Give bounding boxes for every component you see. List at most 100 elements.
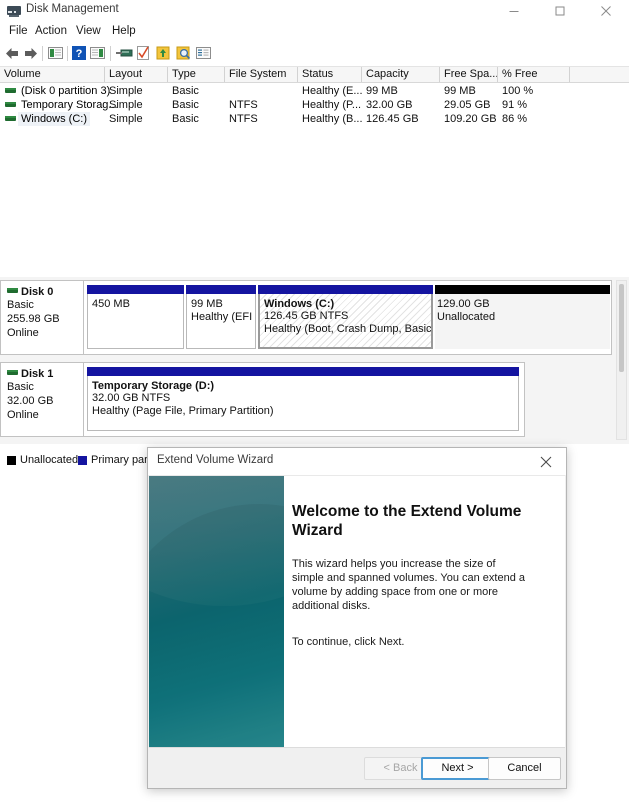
cell-layout: Simple [109, 85, 143, 97]
close-icon[interactable] [583, 0, 629, 22]
cancel-button[interactable]: Cancel [488, 757, 561, 780]
cell-percent-free: 100 % [502, 85, 534, 97]
cell-file-system: NTFS [229, 113, 258, 125]
close-icon[interactable] [526, 448, 566, 475]
column-header-volume[interactable]: Volume [0, 67, 105, 82]
disk-size: 32.00 GB [7, 395, 54, 407]
refresh-check-icon[interactable] [135, 45, 153, 63]
cell-file-system: NTFS [229, 99, 258, 111]
partition-efi[interactable]: 99 MB Healthy (EFI [186, 285, 256, 349]
cell-layout: Simple [109, 99, 143, 111]
search-disk-icon[interactable] [175, 45, 193, 63]
cell-free-space: 29.05 GB [444, 99, 491, 111]
disk-row-disk-1[interactable]: Disk 1 Basic 32.00 GB Online Temporary S… [0, 362, 525, 437]
minimize-icon[interactable] [491, 0, 537, 22]
partition-size: 126.45 GB NTFS [264, 310, 349, 322]
legend-swatch-primary-partition [78, 456, 87, 465]
cell-type: Basic [172, 85, 199, 97]
cell-percent-free: 86 % [502, 113, 528, 125]
disk-size: 255.98 GB [7, 313, 60, 325]
maximize-icon[interactable] [537, 0, 583, 22]
partition-recovery[interactable]: 450 MB [87, 285, 184, 349]
disk-state: Online [7, 327, 39, 339]
partition-temporary-storage-d[interactable]: Temporary Storage (D:) 32.00 GB NTFS Hea… [87, 367, 519, 431]
cell-capacity: 99 MB [366, 85, 398, 97]
wizard-paragraph2: To continue, click Next. [292, 636, 405, 648]
properties-icon[interactable] [115, 45, 133, 63]
column-header-type[interactable]: Type [168, 67, 225, 82]
partition-title: Temporary Storage (D:) [92, 380, 215, 392]
up-level-icon[interactable] [47, 45, 65, 63]
menu-action[interactable]: Action [32, 24, 70, 38]
cell-capacity: 126.45 GB [366, 113, 419, 125]
partition-status: Unallocated [437, 311, 496, 323]
title-bar: Disk Management [0, 0, 629, 22]
cell-free-space: 99 MB [444, 85, 476, 97]
disk-management-window: Disk Management File Action View Help ? … [0, 0, 629, 803]
graphical-view-scrollbar[interactable] [616, 280, 627, 440]
cell-layout: Simple [109, 113, 143, 125]
volume-icon [5, 116, 16, 121]
wizard-heading: Welcome to the Extend Volume Wizard [292, 503, 522, 539]
cell-type: Basic [172, 99, 199, 111]
partition-status: Healthy (Boot, Crash Dump, Basic Dat [264, 323, 433, 335]
column-header-percent-free[interactable]: % Free [498, 67, 570, 82]
partition-size: 32.00 GB NTFS [92, 392, 171, 404]
dialog-body: Welcome to the Extend Volume Wizard This… [149, 475, 565, 750]
partition-status: Healthy (Page File, Primary Partition) [92, 405, 274, 417]
cell-status: Healthy (P... [302, 99, 362, 111]
table-row[interactable]: Windows (C:) Simple Basic NTFS Healthy (… [0, 112, 629, 126]
forward-arrow-icon[interactable] [23, 47, 38, 60]
dialog-content: Welcome to the Extend Volume Wizard This… [292, 476, 565, 750]
partition-unallocated[interactable]: 129.00 GB Unallocated [435, 285, 610, 349]
partition-strip-disk-0: 450 MB 99 MB Healthy (EFI Windows (C:) 1… [84, 281, 611, 354]
partition-strip-disk-1: Temporary Storage (D:) 32.00 GB NTFS Hea… [84, 363, 524, 436]
cell-file-system [225, 84, 298, 98]
partition-windows-c[interactable]: Windows (C:) 126.45 GB NTFS Healthy (Boo… [258, 285, 433, 349]
cell-volume: (Disk 0 partition 3) [21, 85, 111, 97]
cell-status: Healthy (B... [302, 113, 362, 125]
column-header-free-space[interactable]: Free Spa... [440, 67, 498, 82]
disk-management-icon [7, 4, 21, 17]
rescan-disks-icon[interactable] [155, 45, 173, 63]
help-icon[interactable]: ? [71, 45, 89, 63]
partition-status: Healthy (EFI [191, 311, 253, 323]
column-header-capacity[interactable]: Capacity [362, 67, 440, 82]
column-header-blank[interactable] [570, 67, 629, 82]
disk-icon [7, 288, 18, 293]
table-row[interactable]: Temporary Storag... Simple Basic NTFS He… [0, 98, 629, 112]
partition-size: 129.00 GB [437, 298, 490, 310]
volume-icon [5, 88, 16, 93]
column-header-file-system[interactable]: File System [225, 67, 298, 82]
next-button[interactable]: Next > [421, 757, 494, 780]
disk-info-disk-1: Disk 1 Basic 32.00 GB Online [1, 363, 84, 436]
table-row[interactable]: (Disk 0 partition 3) Simple Basic Health… [0, 84, 629, 98]
cell-volume: Windows (C:) [18, 112, 91, 126]
disk-row-disk-0[interactable]: Disk 0 Basic 255.98 GB Online 450 MB 99 … [0, 280, 612, 355]
menu-help[interactable]: Help [109, 24, 139, 38]
legend-label-unallocated: Unallocated [20, 454, 79, 466]
column-header-layout[interactable]: Layout [105, 67, 168, 82]
back-arrow-icon[interactable] [5, 47, 20, 60]
menu-file[interactable]: File [6, 24, 31, 38]
dialog-title-bar: Extend Volume Wizard [148, 448, 566, 475]
toolbar: ? [0, 42, 629, 67]
column-header-status[interactable]: Status [298, 67, 362, 82]
disk-type: Basic [7, 299, 34, 311]
all-tasks-icon[interactable] [195, 45, 213, 63]
legend-swatch-unallocated [7, 456, 16, 465]
wizard-paragraph: This wizard helps you increase the size … [292, 558, 525, 612]
dialog-footer: < Back Next > Cancel [149, 747, 565, 787]
menu-view[interactable]: View [73, 24, 104, 38]
cell-type: Basic [172, 113, 199, 125]
scrollbar-thumb[interactable] [619, 284, 624, 372]
extend-volume-wizard-dialog: Extend Volume Wizard Welcome to the Exte… [147, 447, 567, 789]
cell-percent-free: 91 % [502, 99, 528, 111]
cell-free-space: 109.20 GB [444, 113, 497, 125]
partition-size: 99 MB [191, 298, 223, 310]
svg-text:?: ? [76, 48, 83, 60]
volume-list-header: Volume Layout Type File System Status Ca… [0, 67, 629, 83]
disk-info-disk-0: Disk 0 Basic 255.98 GB Online [1, 281, 84, 354]
disk-icon [7, 370, 18, 375]
show-hide-pane-icon[interactable] [89, 45, 107, 63]
